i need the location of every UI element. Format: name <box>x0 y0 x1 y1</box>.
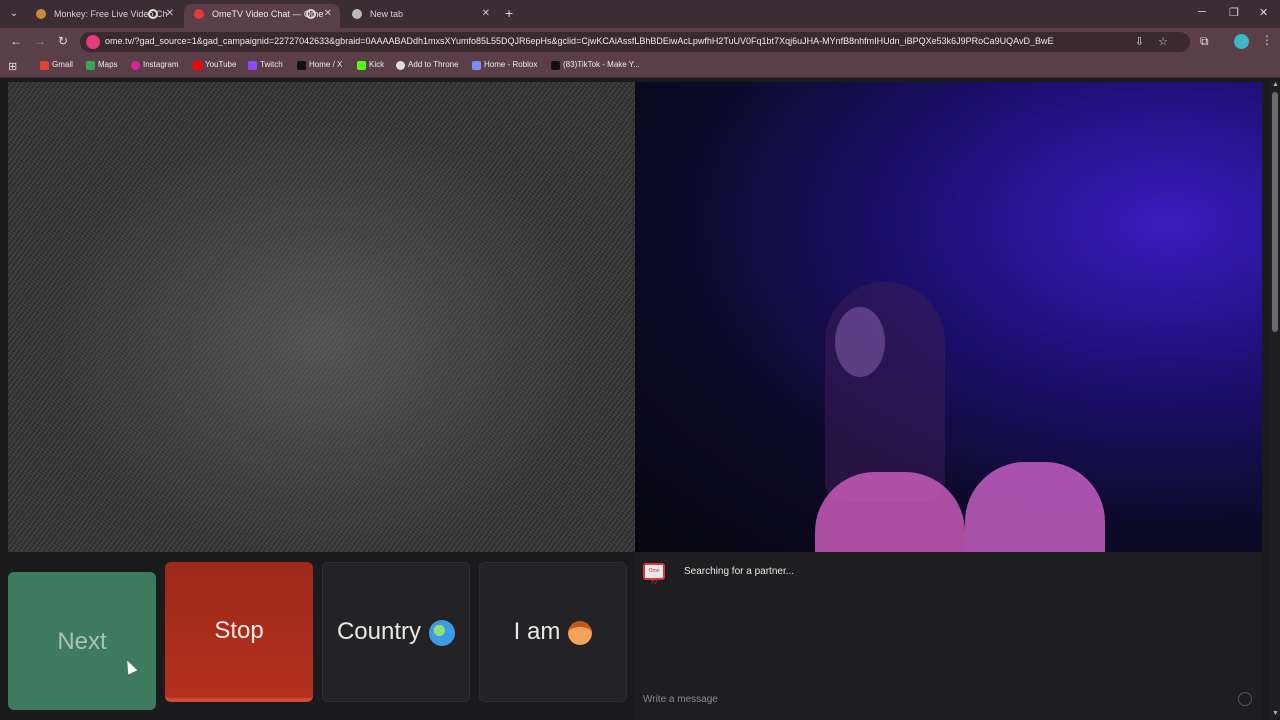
menu-icon[interactable]: ⋮ <box>1261 33 1273 47</box>
tab-strip: ⌄ Monkey: Free Live Video Ch ✕ OmeTV Vid… <box>0 0 1280 28</box>
bookmark-kick[interactable]: Kick <box>357 60 385 70</box>
youtube-icon <box>193 61 202 70</box>
partner-video-static <box>8 82 635 552</box>
bookmark-label: Twitch <box>260 60 283 69</box>
scroll-thumb[interactable] <box>1272 92 1278 332</box>
bookmark-label: Home / X <box>309 60 343 69</box>
bookmark-youtube[interactable]: YouTube <box>193 60 237 70</box>
url-text[interactable]: ome.tv/?gad_source=1&gad_campaignid=2272… <box>105 36 1065 46</box>
bookmark-gmail[interactable]: Gmail <box>40 60 73 70</box>
bookmark-star-icon[interactable]: ☆ <box>1158 36 1182 48</box>
person-emoji-icon <box>568 620 593 645</box>
stop-label: Stop <box>214 617 264 644</box>
bookmark-roblox[interactable]: Home - Roblox <box>472 60 538 70</box>
bookmark-label: Instagram <box>143 60 179 69</box>
minimize-icon[interactable]: ─ <box>1198 6 1206 18</box>
apps-grid-icon[interactable]: ⊞ <box>8 60 17 73</box>
extensions-icon[interactable]: ⧉ <box>1200 34 1209 49</box>
stop-button[interactable]: Stop <box>165 562 313 702</box>
country-label: Country <box>336 618 422 645</box>
profile-avatar[interactable] <box>1234 34 1249 49</box>
bookmark-x[interactable]: Home / X <box>297 60 343 70</box>
scroll-up-icon[interactable]: ▲ <box>1272 81 1279 88</box>
close-tab-icon[interactable]: ✕ <box>166 4 174 24</box>
bookmark-label: YouTube <box>205 60 237 69</box>
country-button[interactable]: Country <box>322 562 470 702</box>
maps-icon <box>86 61 95 70</box>
monkey-icon <box>36 9 46 19</box>
bookmark-label: Gmail <box>52 60 73 69</box>
site-info-icon[interactable] <box>86 35 100 49</box>
bookmark-tiktok[interactable]: (83)TikTok - Make Y... <box>551 60 640 70</box>
iam-label: I am <box>513 618 561 645</box>
tab-monkey[interactable]: Monkey: Free Live Video Ch ✕ <box>26 4 182 28</box>
scroll-down-icon[interactable]: ▼ <box>1272 710 1279 717</box>
bookmark-label: Add to Throne <box>408 60 459 69</box>
bookmarks-bar: ⊞ Gmail Maps Instagram YouTube Twitch Ho… <box>0 56 1280 78</box>
address-bar[interactable]: ome.tv/?gad_source=1&gad_campaignid=2272… <box>80 32 1190 52</box>
camera-blanket <box>965 462 1105 552</box>
x-icon <box>297 61 306 70</box>
omnibox-actions: ⇩☆ <box>1135 35 1182 48</box>
tab-search-icon[interactable]: ⌄ <box>6 6 22 22</box>
forward-icon[interactable]: → <box>34 34 46 48</box>
reload-icon[interactable]: ↻ <box>58 34 68 48</box>
gmail-icon <box>40 61 49 70</box>
next-button[interactable]: Next <box>8 572 156 710</box>
tab-new-tab[interactable]: New tab ✕ <box>342 4 498 28</box>
instagram-icon <box>131 61 140 70</box>
close-tab-icon[interactable]: ✕ <box>482 4 490 24</box>
bookmark-label: (83)TikTok - Make Y... <box>563 60 640 69</box>
browser-toolbar: ← → ↻ ome.tv/?gad_source=1&gad_campaigni… <box>0 28 1280 56</box>
camera-face <box>835 307 885 377</box>
recording-icon <box>148 9 158 19</box>
new-tab-button[interactable]: + <box>505 5 513 21</box>
roblox-icon <box>472 61 481 70</box>
bookmark-twitch[interactable]: Twitch <box>248 60 283 70</box>
chat-panel: Ome TV Searching for a partner... <box>635 552 1262 720</box>
throne-icon <box>396 61 405 70</box>
bookmark-label: Kick <box>369 60 385 69</box>
back-icon[interactable]: ← <box>10 34 22 48</box>
bookmark-throne[interactable]: Add to Throne <box>396 60 459 70</box>
close-window-icon[interactable]: ✕ <box>1259 6 1268 19</box>
ometv-logo-icon: Ome TV <box>643 563 665 586</box>
next-label: Next <box>57 628 107 655</box>
bookmark-label: Maps <box>98 60 118 69</box>
ometv-icon <box>194 9 204 19</box>
twitch-icon <box>248 61 257 70</box>
tab-ometv[interactable]: OmeTV Video Chat — Ome ✕ <box>184 4 340 28</box>
gender-button[interactable]: I am <box>479 562 627 702</box>
bookmark-label: Home - Roblox <box>484 60 538 69</box>
chrome-icon <box>352 9 362 19</box>
message-input[interactable] <box>635 686 1262 712</box>
tiktok-icon <box>551 61 560 70</box>
tab-title: New tab <box>370 9 404 19</box>
kick-icon <box>357 61 366 70</box>
install-app-icon[interactable]: ⇩ <box>1135 36 1158 48</box>
emoji-icon[interactable] <box>1238 692 1252 706</box>
self-camera-video <box>635 82 1262 552</box>
recording-icon <box>306 9 316 19</box>
globe-icon <box>429 619 456 646</box>
bookmark-instagram[interactable]: Instagram <box>131 60 179 70</box>
page-scrollbar[interactable]: ▲ ▼ <box>1270 78 1280 720</box>
restore-icon[interactable]: ❐ <box>1229 6 1239 19</box>
chat-status-text: Searching for a partner... <box>684 566 795 577</box>
close-tab-icon[interactable]: ✕ <box>324 4 332 24</box>
bookmark-maps[interactable]: Maps <box>86 60 118 70</box>
